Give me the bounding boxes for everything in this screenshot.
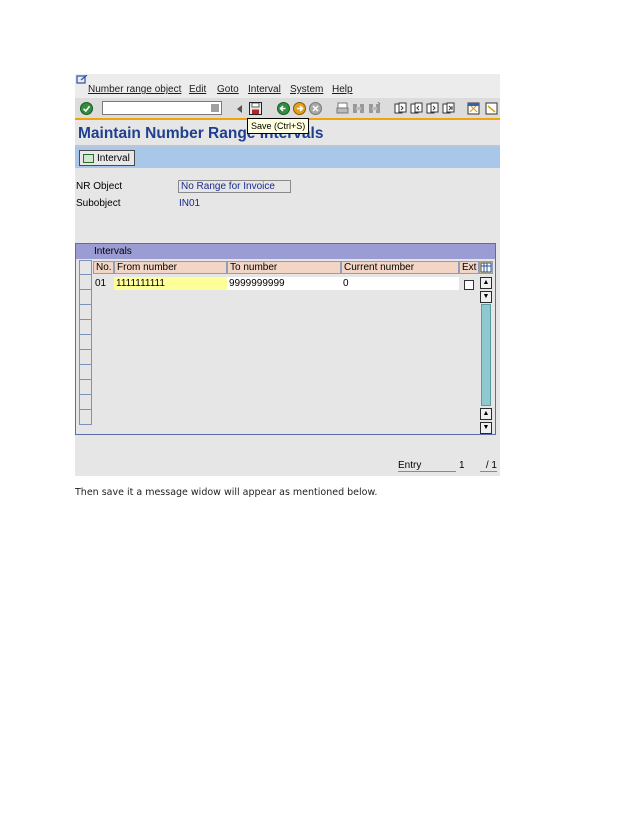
nr-object-label: NR Object bbox=[76, 181, 123, 192]
menu-help[interactable]: Help bbox=[332, 84, 353, 95]
vertical-scrollbar[interactable]: ▲ ▼ ▲ ▼ bbox=[480, 277, 493, 434]
create-session-icon[interactable] bbox=[466, 101, 481, 116]
first-page-icon[interactable] bbox=[393, 101, 408, 116]
subobject-value: IN01 bbox=[179, 198, 201, 209]
ext-checkbox[interactable] bbox=[464, 280, 474, 290]
row-selector-header[interactable] bbox=[79, 260, 92, 275]
save-tooltip: Save (Ctrl+S) bbox=[247, 118, 310, 134]
row-selector-column bbox=[79, 260, 92, 434]
row-selector[interactable] bbox=[79, 410, 92, 425]
cell-no: 01 bbox=[95, 278, 107, 289]
save-icon[interactable] bbox=[248, 101, 263, 116]
row-selector[interactable] bbox=[79, 320, 92, 335]
interval-button[interactable]: Interval bbox=[79, 150, 135, 166]
entry-value[interactable]: 1 bbox=[459, 460, 465, 471]
find-next-icon[interactable] bbox=[367, 101, 382, 116]
row-selector[interactable] bbox=[79, 305, 92, 320]
intervals-table: Intervals No. From number To number Curr… bbox=[75, 243, 496, 435]
change-interval-icon bbox=[83, 153, 94, 163]
find-icon[interactable] bbox=[351, 101, 366, 116]
previous-page-icon[interactable] bbox=[409, 101, 424, 116]
intervals-table-title: Intervals bbox=[76, 244, 495, 259]
menu-interval[interactable]: Interval bbox=[248, 84, 281, 95]
exit-icon[interactable] bbox=[292, 101, 307, 116]
row-selector[interactable] bbox=[79, 350, 92, 365]
next-page-icon[interactable] bbox=[425, 101, 440, 116]
row-selector[interactable] bbox=[79, 275, 92, 290]
application-toolbar: Interval bbox=[75, 147, 500, 168]
entry-total: / 1 bbox=[480, 460, 497, 472]
cancel-icon[interactable] bbox=[308, 101, 323, 116]
cell-from-number[interactable]: 1111111111 bbox=[114, 277, 227, 290]
row-selector[interactable] bbox=[79, 380, 92, 395]
scrollbar-thumb[interactable] bbox=[481, 304, 491, 406]
scroll-down-icon[interactable]: ▼ bbox=[480, 422, 492, 434]
table-settings-icon[interactable] bbox=[479, 261, 493, 274]
entry-label: Entry bbox=[398, 460, 456, 472]
row-selector[interactable] bbox=[79, 395, 92, 410]
column-header-current-number[interactable]: Current number bbox=[341, 261, 459, 274]
column-header-to-number[interactable]: To number bbox=[227, 261, 341, 274]
enter-icon[interactable] bbox=[79, 101, 94, 116]
cell-to-number[interactable]: 9999999999 bbox=[227, 277, 341, 290]
scroll-page-up-icon[interactable]: ▲ bbox=[480, 408, 492, 420]
print-icon[interactable] bbox=[335, 101, 350, 116]
cell-current-number[interactable]: 0 bbox=[341, 277, 459, 290]
back-icon[interactable] bbox=[276, 101, 291, 116]
row-selector[interactable] bbox=[79, 290, 92, 305]
system-menu-icon[interactable] bbox=[76, 75, 88, 85]
document-caption: Then save it a message widow will appear… bbox=[75, 487, 378, 498]
menu-edit[interactable]: Edit bbox=[189, 84, 206, 95]
standard-toolbar bbox=[75, 98, 500, 120]
back-arrow-icon[interactable] bbox=[232, 101, 247, 116]
column-header-from-number[interactable]: From number bbox=[114, 261, 227, 274]
scroll-up-icon[interactable]: ▲ bbox=[480, 277, 492, 289]
column-header-no[interactable]: No. bbox=[93, 261, 114, 274]
menu-number-range-object[interactable]: Number range object bbox=[88, 84, 181, 95]
menu-system[interactable]: System bbox=[290, 84, 323, 95]
command-field-dropdown-icon[interactable] bbox=[211, 104, 219, 112]
menu-goto[interactable]: Goto bbox=[217, 84, 239, 95]
interval-button-label: Interval bbox=[97, 152, 130, 164]
shortcut-icon[interactable] bbox=[484, 101, 499, 116]
command-field[interactable] bbox=[102, 101, 222, 115]
last-page-icon[interactable] bbox=[441, 101, 456, 116]
row-selector[interactable] bbox=[79, 365, 92, 380]
subobject-label: Subobject bbox=[76, 198, 121, 209]
sap-window: Number range object Edit Goto Interval S… bbox=[75, 74, 500, 476]
nr-object-field[interactable]: No Range for Invoice bbox=[178, 180, 291, 193]
menu-bar: Number range object Edit Goto Interval S… bbox=[75, 74, 500, 98]
row-selector[interactable] bbox=[79, 335, 92, 350]
column-header-ext[interactable]: Ext bbox=[459, 261, 479, 274]
scroll-page-down-icon[interactable]: ▼ bbox=[480, 291, 492, 303]
